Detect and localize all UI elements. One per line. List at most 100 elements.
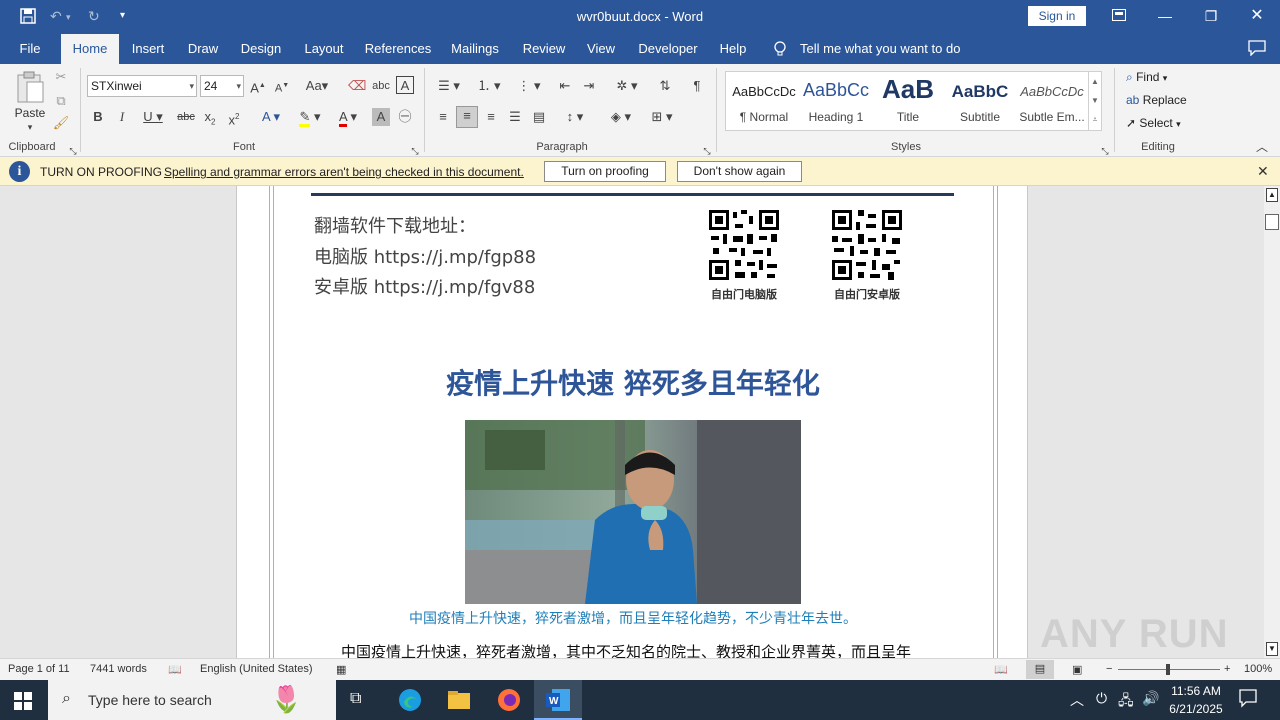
sign-in-button[interactable]: Sign in xyxy=(1028,6,1086,26)
align-center-icon[interactable]: ≡ xyxy=(456,106,478,128)
format-painter-icon[interactable]: 🖌 xyxy=(52,114,70,132)
scroll-up-icon[interactable]: ▲ xyxy=(1266,188,1278,202)
restore-button[interactable]: ❐ xyxy=(1188,0,1234,34)
style-normal[interactable]: AaBbCcDc ¶ Normal xyxy=(728,72,800,130)
decrease-indent-icon[interactable]: ⇤ xyxy=(556,77,574,95)
chevron-up-icon[interactable]: ▲ xyxy=(1089,72,1101,91)
distributed-icon[interactable]: ▤ xyxy=(530,108,548,126)
close-icon[interactable]: ✕ xyxy=(1257,163,1269,180)
grow-font-icon[interactable]: A▲ xyxy=(250,77,266,97)
tab-view[interactable]: View xyxy=(580,34,622,64)
language-indicator[interactable]: English (United States) xyxy=(200,663,313,675)
superscript-icon[interactable]: x2 xyxy=(226,108,242,129)
style-subtle-emphasis[interactable]: AaBbCcDc Subtle Em... xyxy=(1016,72,1088,130)
tab-layout[interactable]: Layout xyxy=(298,34,350,64)
clock-date[interactable]: 6/21/2025 xyxy=(1164,702,1228,716)
zoom-level[interactable]: 100% xyxy=(1244,663,1272,675)
cut-icon[interactable]: ✂ xyxy=(52,68,70,86)
turn-on-proofing-button[interactable]: Turn on proofing xyxy=(544,161,666,182)
tab-references[interactable]: References xyxy=(360,34,436,64)
sort-icon[interactable]: ⇅ xyxy=(656,77,674,95)
asian-layout-icon[interactable]: ✲ ▾ xyxy=(612,77,642,95)
justify-icon[interactable]: ☰ xyxy=(506,108,524,126)
show-formatting-marks-icon[interactable]: ¶ xyxy=(688,77,706,95)
meet-now-icon[interactable]: ⏻ xyxy=(1096,690,1107,707)
find-button[interactable]: ⌕ Find ▾ xyxy=(1126,70,1167,85)
line-spacing-icon[interactable]: ↕ ▾ xyxy=(560,108,590,126)
borders-icon[interactable]: ⊞ ▾ xyxy=(646,108,678,126)
zoom-in-icon[interactable]: + xyxy=(1224,663,1230,675)
character-shading-icon[interactable]: A xyxy=(372,108,390,126)
shading-icon[interactable]: ◈ ▾ xyxy=(606,108,636,126)
tab-help[interactable]: Help xyxy=(712,34,754,64)
zoom-slider-thumb[interactable] xyxy=(1166,664,1170,675)
tab-mailings[interactable]: Mailings xyxy=(446,34,504,64)
italic-icon[interactable]: I xyxy=(114,108,130,126)
vertical-scrollbar[interactable]: ▲ ▼ xyxy=(1264,186,1280,658)
highlight-color-icon[interactable]: ✎ ▾ xyxy=(294,108,326,127)
proofing-icon[interactable]: 📖 xyxy=(168,663,182,676)
clock-time[interactable]: 11:56 AM xyxy=(1164,684,1228,698)
dont-show-again-button[interactable]: Don't show again xyxy=(677,161,802,182)
taskbar-search-box[interactable]: ⌕ Type here to search 🌷 xyxy=(48,680,336,720)
subscript-icon[interactable]: x2 xyxy=(202,108,218,132)
ribbon-display-options-icon[interactable] xyxy=(1096,0,1142,34)
minimize-button[interactable]: — xyxy=(1142,0,1188,34)
style-heading-1[interactable]: AaBbCc Heading 1 xyxy=(800,72,872,130)
tab-file[interactable]: File xyxy=(10,34,50,64)
copy-icon[interactable]: ⧉ xyxy=(52,92,70,110)
read-mode-icon[interactable]: 📖 xyxy=(994,663,1008,676)
network-icon[interactable]: 🖧 xyxy=(1118,690,1134,714)
enclose-characters-icon[interactable]: ㊀ xyxy=(396,108,414,126)
tab-home[interactable]: Home xyxy=(61,34,119,64)
font-name-combo[interactable]: STXinwei ▾ xyxy=(87,75,197,97)
character-border-icon[interactable]: A xyxy=(396,76,414,94)
style-title[interactable]: AaB Title xyxy=(872,72,944,130)
align-left-icon[interactable]: ≡ xyxy=(434,108,452,126)
show-hidden-icons-icon[interactable]: ︿ xyxy=(1070,690,1084,710)
volume-icon[interactable]: 🔊 xyxy=(1142,690,1159,707)
scroll-thumb[interactable] xyxy=(1265,214,1279,230)
style-subtitle[interactable]: AaBbC Subtitle xyxy=(944,72,1016,130)
text-effects-icon[interactable]: A ▾ xyxy=(256,108,286,126)
word-taskbar-button[interactable]: W xyxy=(534,680,582,720)
comments-icon[interactable] xyxy=(1248,40,1266,59)
replace-button[interactable]: ab Replace xyxy=(1126,93,1187,107)
infobar-message-link[interactable]: Spelling and grammar errors aren't being… xyxy=(164,165,524,179)
font-color-icon[interactable]: A ▾ xyxy=(332,108,364,127)
shrink-font-icon[interactable]: A▼ xyxy=(274,77,290,98)
bullets-icon[interactable]: ☰ ▾ xyxy=(432,77,466,95)
page-count[interactable]: Page 1 of 11 xyxy=(8,663,70,675)
task-view-icon[interactable]: ⧉ xyxy=(350,690,361,708)
numbering-icon[interactable]: ⒈ ▾ xyxy=(472,77,506,95)
notifications-icon[interactable] xyxy=(1238,688,1258,711)
tell-me-search[interactable]: Tell me what you want to do xyxy=(800,34,960,64)
web-layout-icon[interactable]: ▣ xyxy=(1072,663,1082,676)
windows-start-icon[interactable] xyxy=(14,692,32,713)
tab-insert[interactable]: Insert xyxy=(124,34,172,64)
close-button[interactable]: ✕ xyxy=(1234,0,1280,34)
font-size-combo[interactable]: 24 ▾ xyxy=(200,75,244,97)
more-styles-icon[interactable]: ⩡ xyxy=(1089,110,1101,129)
scroll-down-icon[interactable]: ▼ xyxy=(1266,642,1278,656)
phonetic-guide-icon[interactable]: abc xyxy=(372,77,390,95)
multilevel-list-icon[interactable]: ⋮ ▾ xyxy=(512,77,546,95)
align-right-icon[interactable]: ≡ xyxy=(482,108,500,126)
tab-draw[interactable]: Draw xyxy=(180,34,226,64)
tab-developer[interactable]: Developer xyxy=(632,34,704,64)
tab-design[interactable]: Design xyxy=(234,34,288,64)
accessibility-icon[interactable]: ▦ xyxy=(336,663,346,676)
styles-scroll[interactable]: ▲ ▼ ⩡ xyxy=(1088,72,1101,130)
firefox-icon[interactable] xyxy=(497,688,521,715)
paste-dropdown-icon[interactable]: ▾ xyxy=(22,118,38,136)
tab-review[interactable]: Review xyxy=(516,34,572,64)
bold-icon[interactable]: B xyxy=(90,108,106,126)
select-button[interactable]: ➚ Select ▾ xyxy=(1126,116,1181,130)
clear-formatting-icon[interactable]: ⌫ xyxy=(348,77,366,95)
collapse-ribbon-icon[interactable]: ︿ xyxy=(1254,138,1270,156)
zoom-out-icon[interactable]: − xyxy=(1106,663,1112,675)
word-count[interactable]: 7441 words xyxy=(90,663,147,675)
file-explorer-icon[interactable] xyxy=(447,689,471,714)
change-case-icon[interactable]: Aa▾ xyxy=(302,77,332,95)
chevron-down-icon[interactable]: ▼ xyxy=(1089,91,1101,110)
